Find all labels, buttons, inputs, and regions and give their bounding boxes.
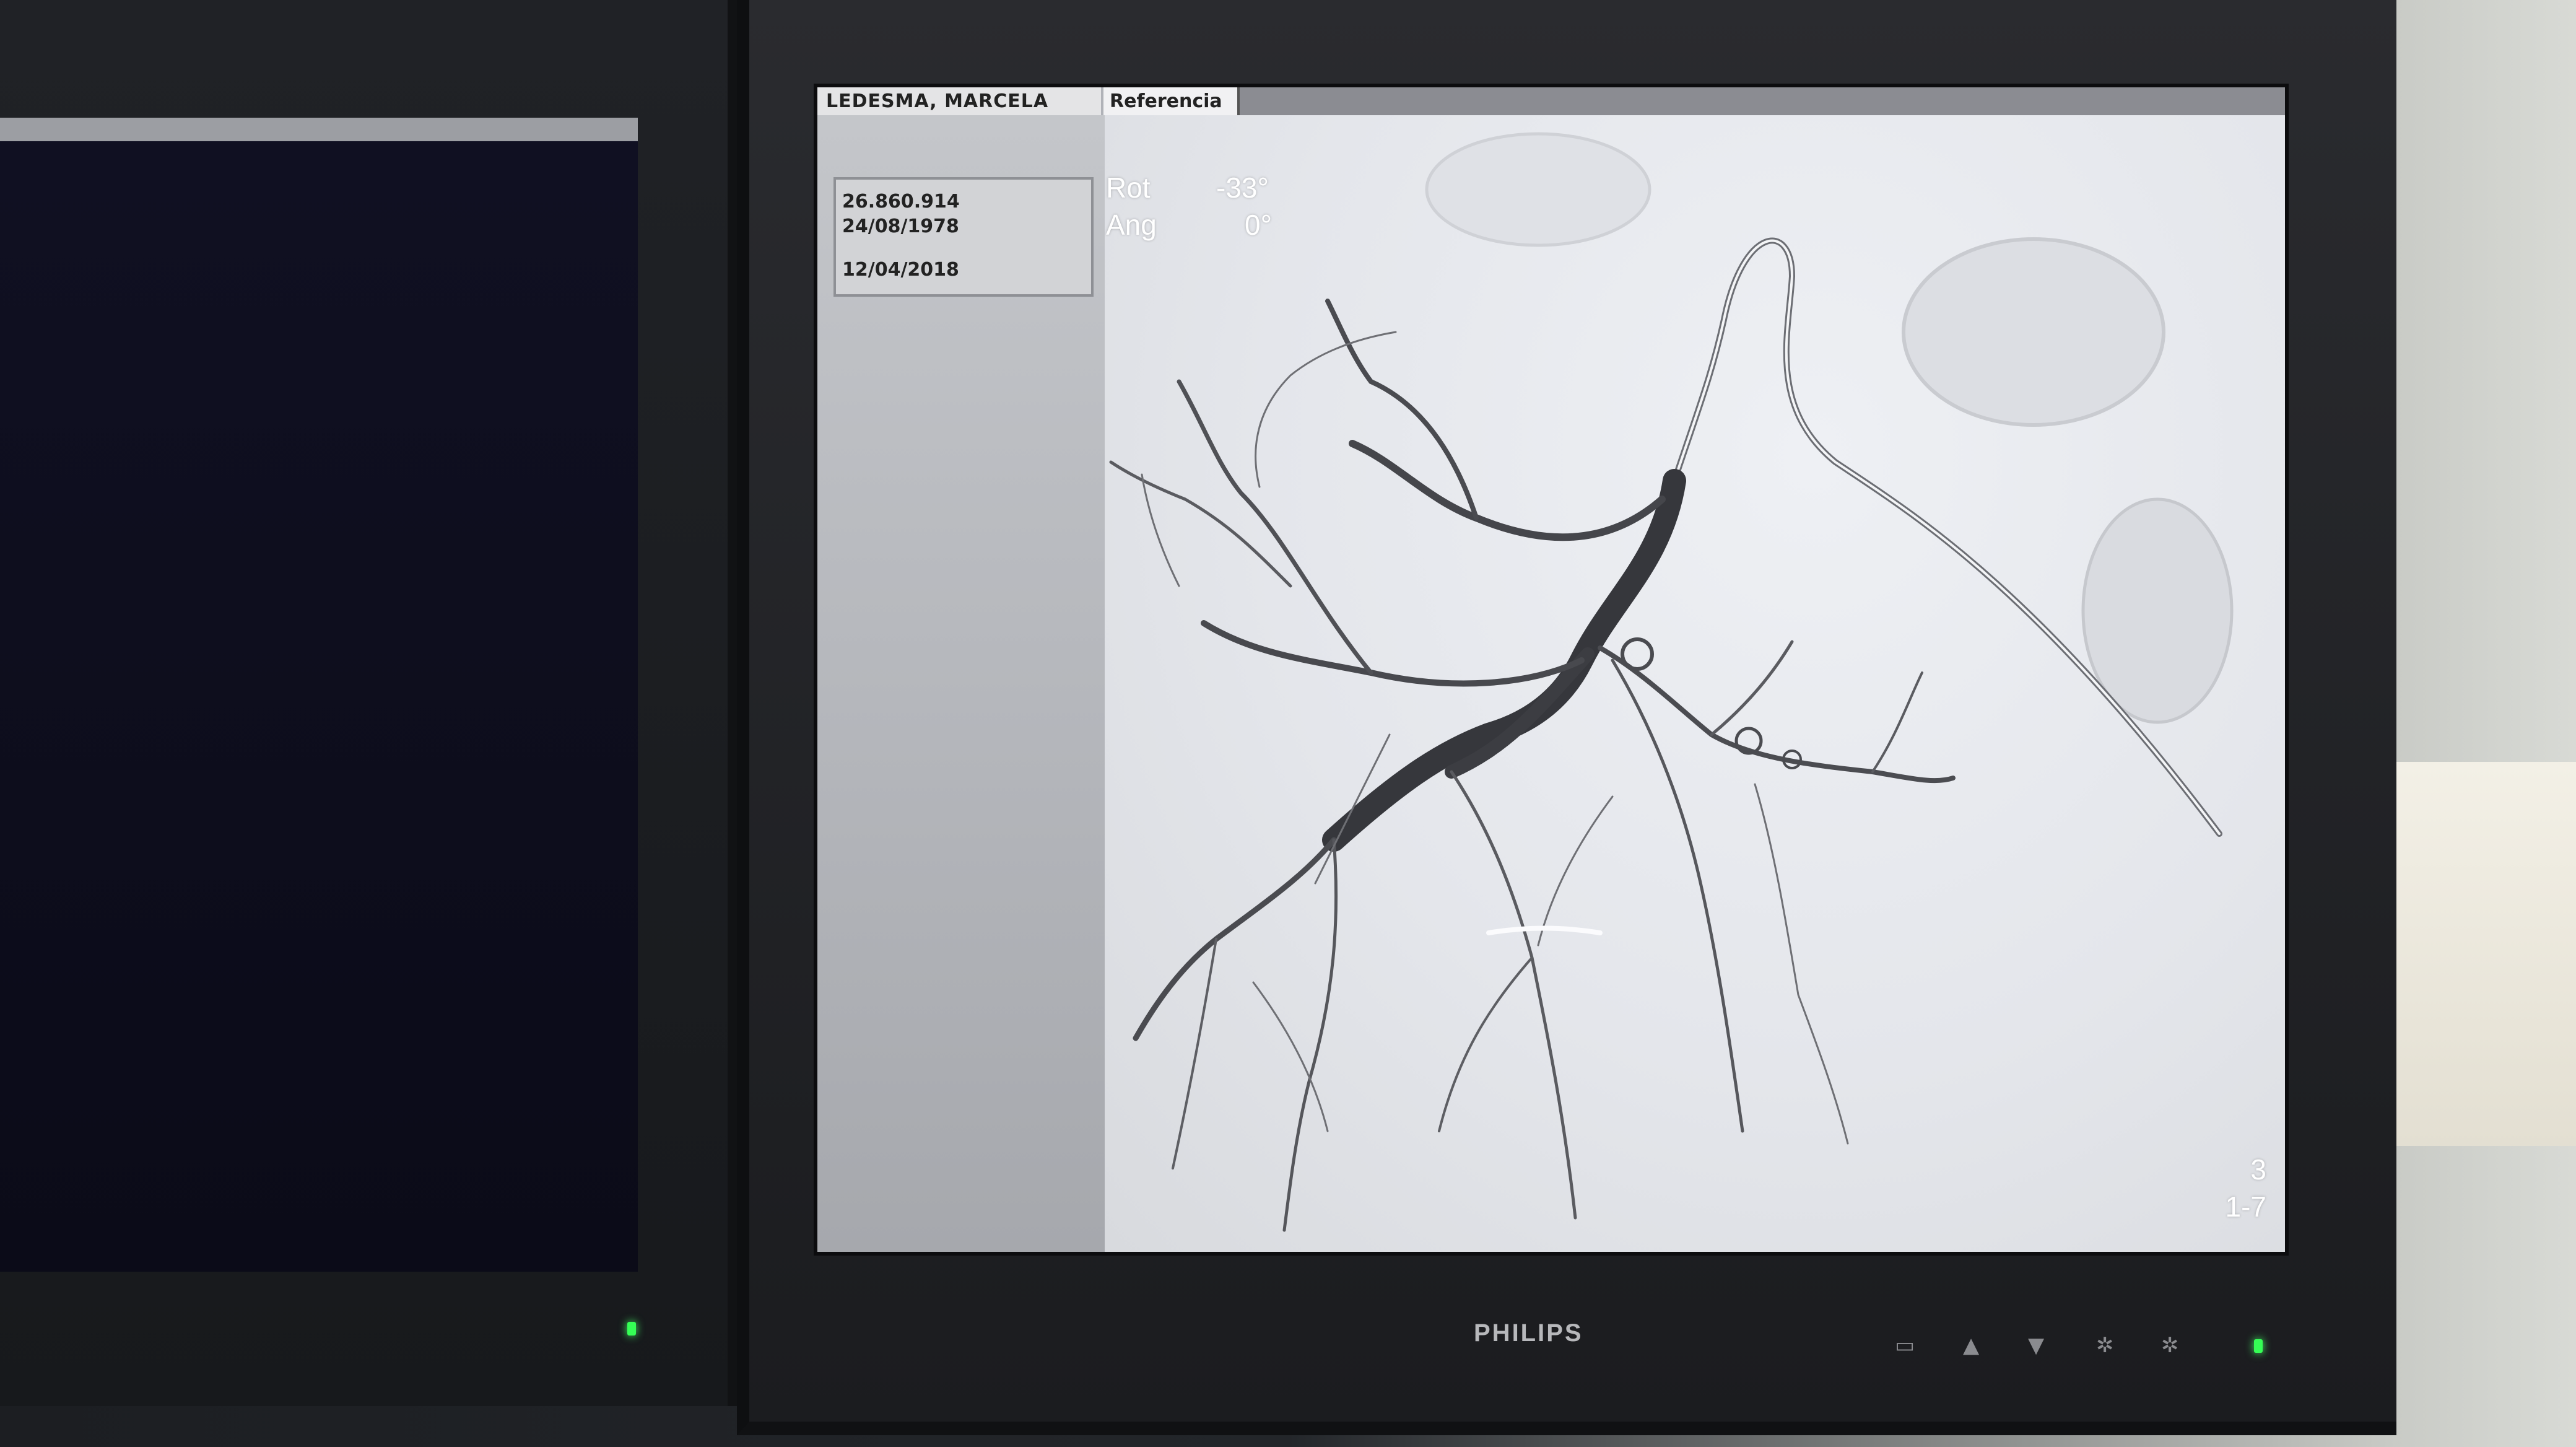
rotation-label: Rot — [1106, 172, 1151, 204]
angulation-label: Ang — [1106, 209, 1157, 241]
left-monitor-screen — [0, 118, 638, 1272]
right-monitor: 26.860.914 24/08/1978 12/04/2018 LEDESMA… — [737, 0, 2396, 1435]
patient-info-box: 26.860.914 24/08/1978 12/04/2018 — [833, 177, 1094, 297]
frame-range: 1-7 — [2225, 1191, 2266, 1223]
arrow-up-icon[interactable]: ▲ — [1963, 1333, 1979, 1358]
arrow-down-icon[interactable]: ▼ — [2028, 1333, 2044, 1358]
study-date: 12/04/2018 — [842, 259, 959, 281]
angiogram-vessels — [1109, 132, 2234, 1232]
rotation-value: -33° — [1216, 172, 1269, 204]
patient-info-panel: 26.860.914 24/08/1978 12/04/2018 — [817, 115, 1105, 1252]
power-led-icon — [2254, 1339, 2263, 1353]
display-icon[interactable]: ▭ — [1895, 1333, 1915, 1358]
monitor-screen: 26.860.914 24/08/1978 12/04/2018 LEDESMA… — [814, 84, 2289, 1256]
tab-referencia[interactable]: Referencia 2 — [1103, 87, 1240, 140]
frame-number: 3 — [2250, 1153, 2266, 1186]
patient-name: LEDESMA, MARCELA — [817, 87, 1101, 115]
settings-icon[interactable]: ✲ — [2161, 1333, 2179, 1358]
angiography-image[interactable]: Rot -33° Ang 0° 3 1-7 — [1105, 115, 2285, 1252]
patient-birth-date: 24/08/1978 — [842, 216, 959, 237]
left-monitor — [0, 0, 739, 1406]
brightness-icon[interactable]: ✲ — [2096, 1333, 2114, 1358]
tab-strip — [1240, 87, 2285, 115]
angulation-value: 0° — [1245, 209, 1272, 241]
patient-id: 26.860.914 — [842, 191, 960, 212]
left-power-led-icon — [627, 1322, 636, 1336]
monitor-brand-logo: PHILIPS — [1474, 1319, 1583, 1347]
